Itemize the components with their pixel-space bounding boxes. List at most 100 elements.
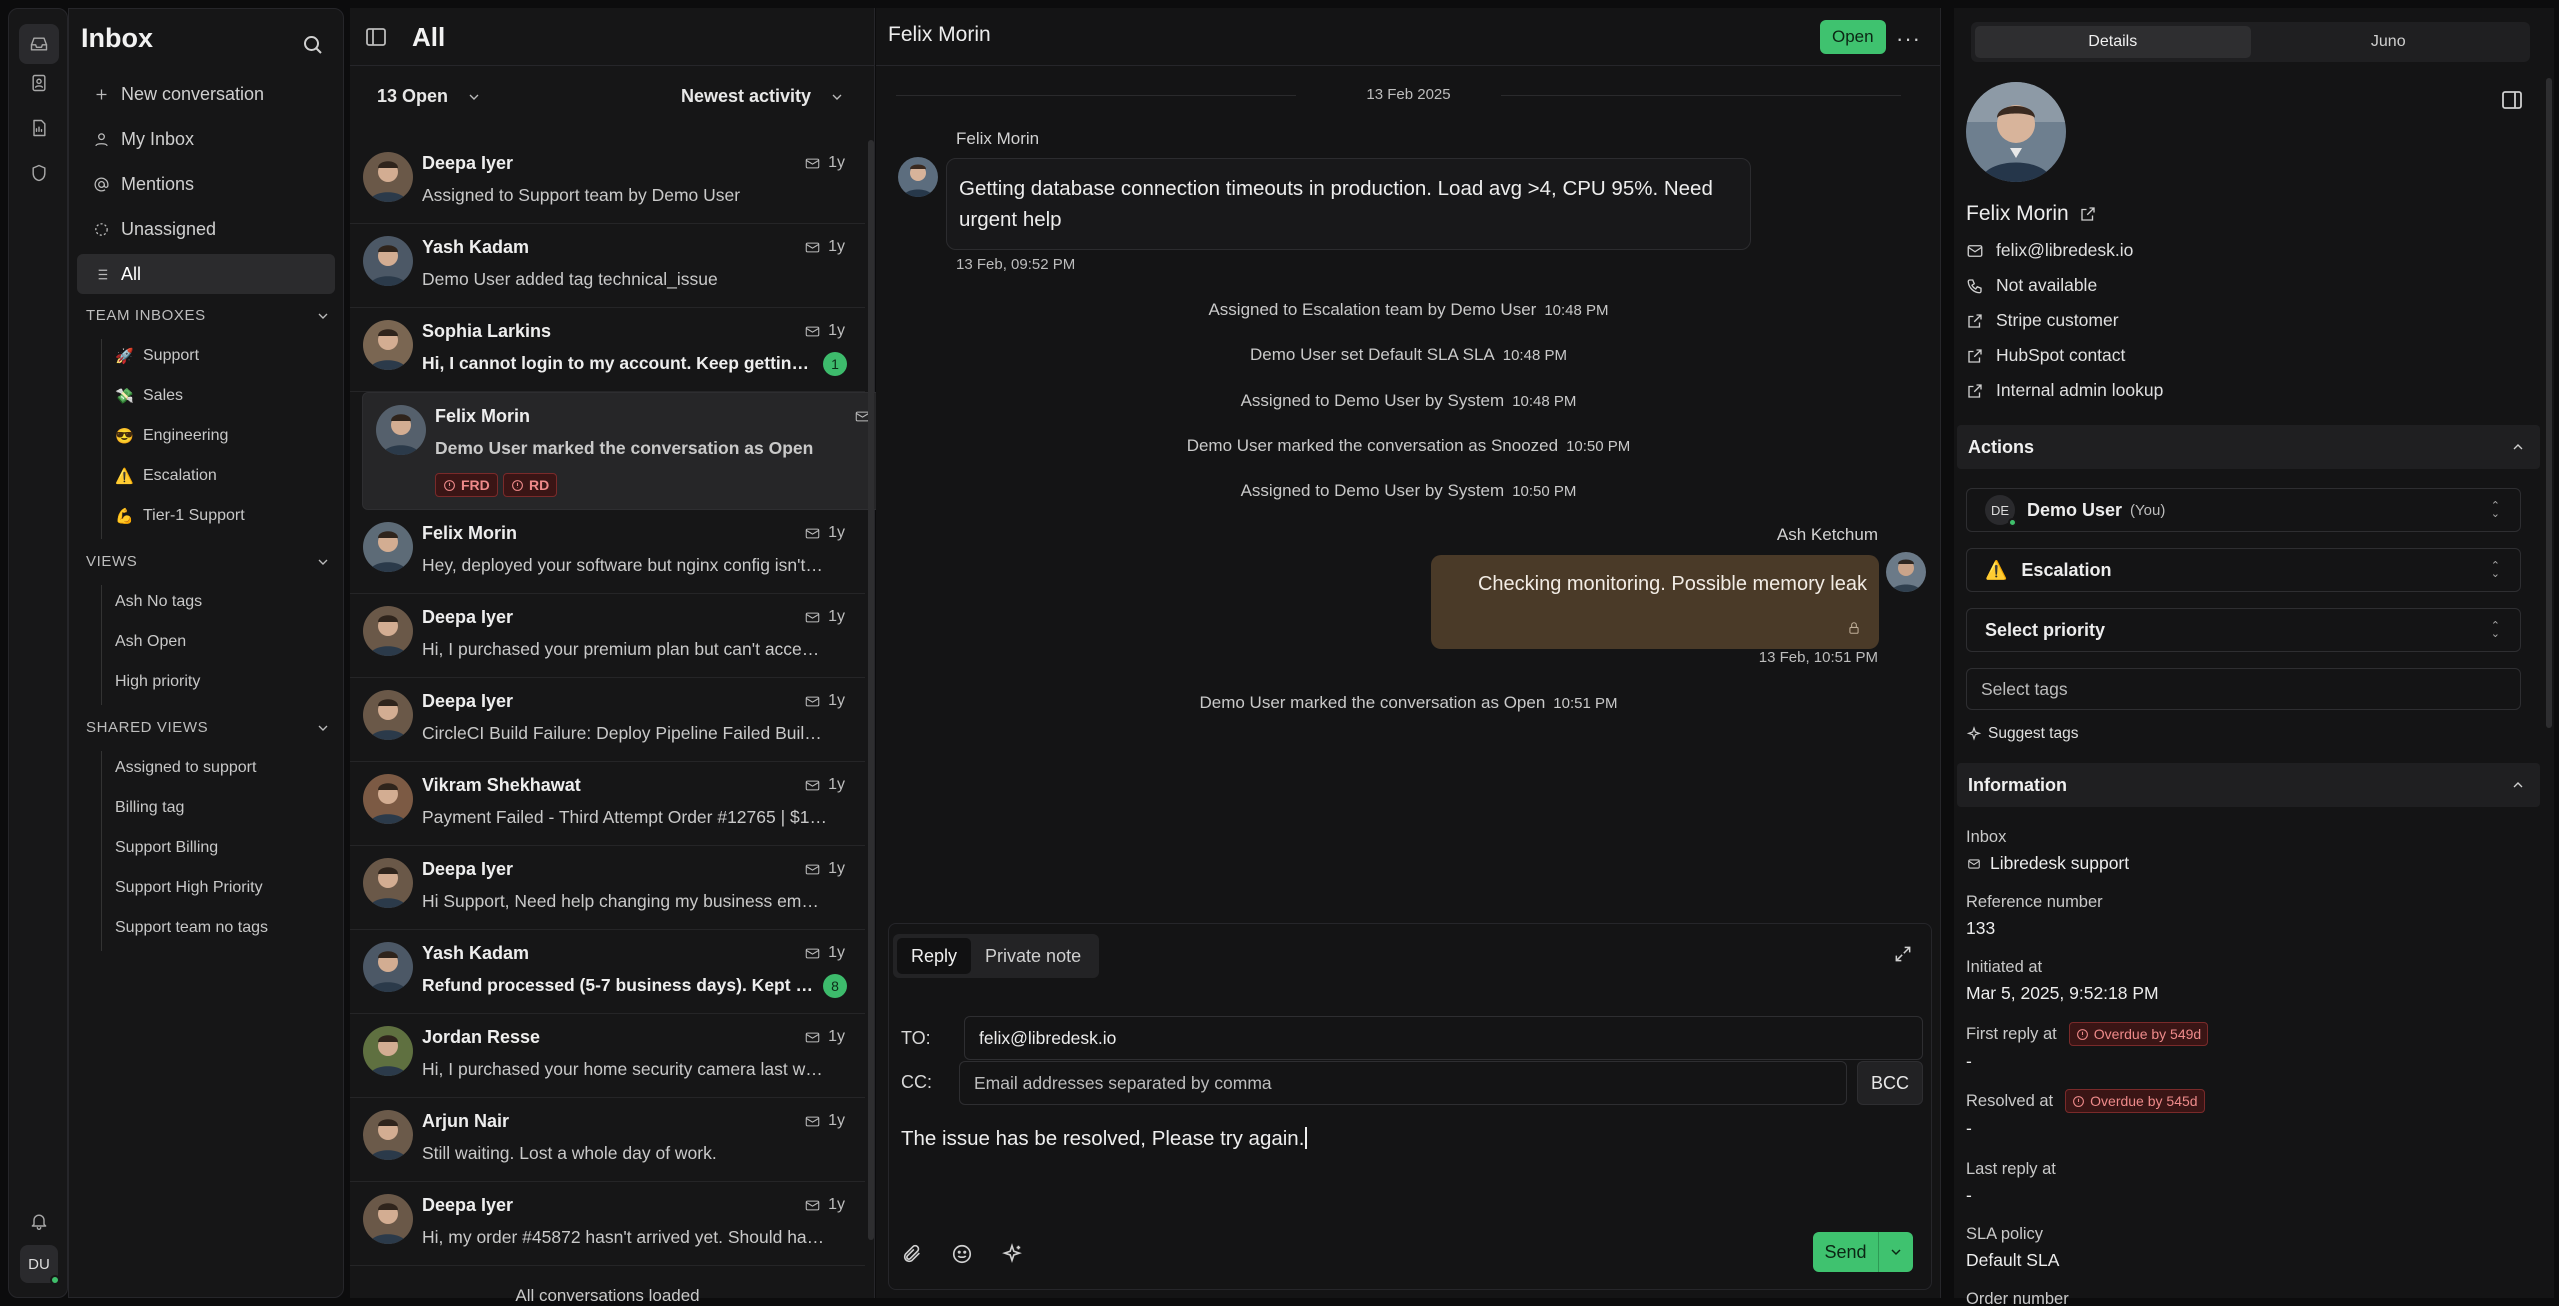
views-header[interactable]: VIEWS bbox=[86, 553, 331, 570]
shared-views-header[interactable]: SHARED VIEWS bbox=[86, 719, 331, 736]
contact-large-avatar bbox=[1966, 82, 2066, 182]
conversation-row[interactable]: Felix Morin 1y Hey, deployed your software… bbox=[350, 510, 865, 594]
online-status-dot bbox=[50, 1275, 60, 1285]
sidebar-item-all[interactable]: All bbox=[77, 254, 335, 294]
to-field[interactable]: felix@libredesk.io bbox=[964, 1016, 1923, 1060]
ai-sparkle-icon[interactable] bbox=[1001, 1240, 1051, 1268]
priority-select[interactable]: Select priority ⌃ ⌄ bbox=[1966, 608, 2521, 652]
bcc-button[interactable]: BCC bbox=[1857, 1061, 1923, 1105]
expand-icon[interactable] bbox=[1893, 944, 1913, 969]
sla-tag: RD bbox=[503, 473, 558, 497]
sidebar-item-engineering[interactable]: 😎 Engineering bbox=[115, 427, 228, 445]
status-filter-dropdown[interactable]: 13 Open bbox=[377, 86, 482, 107]
list-scrollbar[interactable] bbox=[868, 140, 874, 1240]
editor-tabs: Reply Private note bbox=[893, 934, 1100, 978]
time-text: 1y bbox=[828, 1196, 845, 1213]
sidebar-item-my-inbox[interactable]: My Inbox bbox=[77, 119, 335, 159]
conversation-panel: Felix Morin Open ··· 13 Feb 2025 Felix M… bbox=[876, 8, 1941, 1298]
user-avatar[interactable]: DU bbox=[20, 1245, 60, 1285]
contact-avatar bbox=[363, 1110, 413, 1160]
nav-label: New conversation bbox=[121, 83, 265, 104]
status-open-button[interactable]: Open bbox=[1820, 20, 1886, 54]
rocket-icon: 🚀 bbox=[115, 348, 134, 365]
conversation-row[interactable]: Deepa Iyer 1y Hi Support, Need help changi… bbox=[350, 846, 865, 930]
sort-label: Newest activity bbox=[681, 86, 812, 106]
sidebar-view-item[interactable]: Ash Open bbox=[115, 633, 186, 651]
stripe-link[interactable]: Stripe customer bbox=[1966, 310, 2119, 331]
sidebar-item-unassigned[interactable]: Unassigned bbox=[77, 209, 335, 249]
assignee-select[interactable]: DE Demo User (You) ⌃ ⌄ bbox=[1966, 488, 2521, 532]
cc-field[interactable]: Email addresses separated by comma bbox=[959, 1061, 1847, 1105]
tab-reply[interactable]: Reply bbox=[897, 938, 972, 974]
mail-icon bbox=[805, 1032, 820, 1042]
conversation-row[interactable]: Deepa Iyer 1y Hi, I purchased your premium… bbox=[350, 594, 865, 678]
conversation-row[interactable]: Felix Morin1yDemo User marked the conver… bbox=[362, 392, 917, 510]
new-conversation-button[interactable]: New conversation bbox=[77, 74, 335, 114]
sidebar-item-escalation[interactable]: ⚠️ Escalation bbox=[115, 467, 217, 485]
tags-select[interactable]: Select tags bbox=[1966, 668, 2521, 710]
team-select[interactable]: ⚠️ Escalation ⌃ ⌄ bbox=[1966, 548, 2521, 592]
sidebar-item-sales[interactable]: 💸 Sales bbox=[115, 387, 183, 405]
admin-lookup-link[interactable]: Internal admin lookup bbox=[1966, 380, 2163, 401]
sidebar-item-mentions[interactable]: Mentions bbox=[77, 164, 335, 204]
information-section-header[interactable]: Information bbox=[1957, 763, 2540, 807]
conversation-row[interactable]: Yash Kadam 1y Refund processed (5-7 busine… bbox=[350, 930, 865, 1014]
external-link-icon[interactable] bbox=[2079, 205, 2097, 223]
sidebar-item-support[interactable]: 🚀 Support bbox=[115, 347, 199, 365]
conversation-contact-name: Felix Morin bbox=[422, 523, 518, 543]
suggest-tags-button[interactable]: Suggest tags bbox=[1966, 725, 2078, 743]
sidebar-item-tier1[interactable]: 💪 Tier-1 Support bbox=[115, 507, 245, 525]
sidebar-shared-view-item[interactable]: Assigned to support bbox=[115, 759, 256, 777]
inbox-icon[interactable] bbox=[19, 24, 59, 64]
contact-avatar bbox=[363, 690, 413, 740]
contact-avatar bbox=[363, 606, 413, 656]
conversation-row[interactable]: Deepa Iyer 1y Assigned to Support team by … bbox=[350, 140, 865, 224]
activity-text: Demo User marked the conversation as Ope… bbox=[1199, 693, 1546, 712]
hubspot-link[interactable]: HubSpot contact bbox=[1966, 345, 2125, 366]
sidebar-view-item[interactable]: Ash No tags bbox=[115, 593, 202, 611]
activity-message: Demo User marked the conversation as Sno… bbox=[876, 436, 1941, 456]
emoji-icon[interactable] bbox=[951, 1240, 1001, 1268]
search-icon[interactable] bbox=[301, 33, 325, 62]
sidebar-shared-view-item[interactable]: Support Billing bbox=[115, 839, 218, 857]
more-options-icon[interactable]: ··· bbox=[1896, 26, 1921, 52]
sort-dropdown[interactable]: Newest activity bbox=[681, 86, 845, 107]
tab-details[interactable]: Details bbox=[1975, 26, 2251, 58]
sidebar-shared-view-item[interactable]: Support High Priority bbox=[115, 879, 263, 897]
message-body-input[interactable]: The issue has be resolved, Please try ag… bbox=[901, 1127, 1307, 1151]
overdue-badge: Overdue by 545d bbox=[2065, 1089, 2205, 1113]
reports-icon[interactable] bbox=[27, 116, 51, 140]
conversation-row[interactable]: Jordan Resse 1y Hi, I purchased your home … bbox=[350, 1014, 865, 1098]
send-options-button[interactable] bbox=[1879, 1232, 1913, 1272]
sparkle-icon bbox=[1966, 726, 1982, 741]
tab-private-note[interactable]: Private note bbox=[971, 938, 1095, 974]
contact-avatar bbox=[363, 320, 413, 370]
reference-label: Reference number bbox=[1966, 893, 2103, 911]
conversation-row[interactable]: Vikram Shekhawat 1y Payment Failed - Third… bbox=[350, 762, 865, 846]
time-text: 1y bbox=[828, 776, 845, 793]
paperclip-icon[interactable] bbox=[901, 1240, 951, 1268]
collapse-panel-icon[interactable] bbox=[2500, 88, 2524, 117]
activity-time: 10:48 PM bbox=[1502, 347, 1567, 364]
toggle-sidebar-icon[interactable] bbox=[364, 25, 388, 54]
shield-icon[interactable] bbox=[27, 161, 51, 185]
external-link-icon bbox=[1968, 313, 1982, 328]
send-button[interactable]: Send bbox=[1813, 1232, 1879, 1272]
plus-icon bbox=[91, 86, 111, 103]
team-inboxes-header[interactable]: TEAM INBOXES bbox=[86, 307, 331, 324]
conversation-row[interactable]: Deepa Iyer 1y CircleCI Build Failure: Depl… bbox=[350, 678, 865, 762]
conversation-row[interactable]: Deepa Iyer 1y Hi, my order #45872 hasn't a… bbox=[350, 1182, 865, 1266]
sidebar-shared-view-item[interactable]: Support team no tags bbox=[115, 919, 268, 937]
conversation-row[interactable]: Arjun Nair 1y Still waiting. Lost a whole … bbox=[350, 1098, 865, 1182]
inbox-value: Libredesk support bbox=[1966, 853, 2129, 874]
contacts-icon[interactable] bbox=[27, 71, 51, 95]
initiated-value: Mar 5, 2025, 9:52:18 PM bbox=[1966, 983, 2159, 1003]
conversation-row[interactable]: Sophia Larkins 1y Hi, I cannot login to my… bbox=[350, 308, 865, 392]
conversation-row[interactable]: Yash Kadam 1y Demo User added tag technica… bbox=[350, 224, 865, 308]
tab-juno[interactable]: Juno bbox=[2251, 26, 2527, 58]
bell-icon[interactable] bbox=[27, 1209, 51, 1233]
details-scrollbar[interactable] bbox=[2546, 78, 2552, 728]
sidebar-view-item[interactable]: High priority bbox=[115, 673, 200, 691]
actions-section-header[interactable]: Actions bbox=[1957, 425, 2540, 469]
sidebar-shared-view-item[interactable]: Billing tag bbox=[115, 799, 184, 817]
